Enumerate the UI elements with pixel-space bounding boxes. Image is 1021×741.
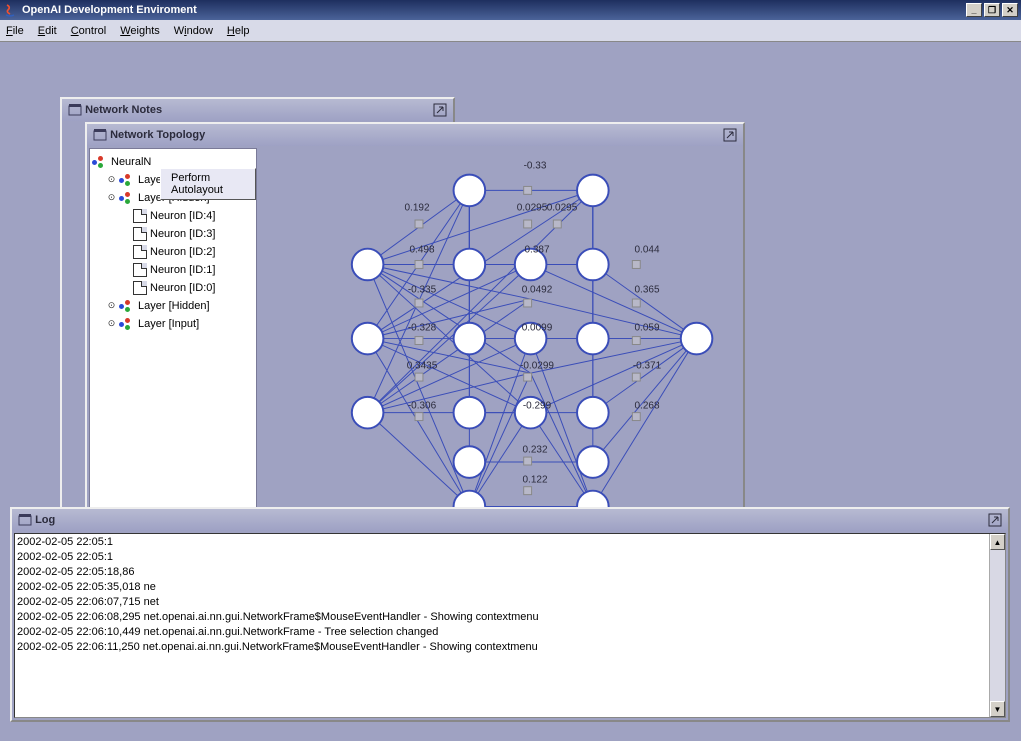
workspace: Network Notes Network Topology NeuralN ⊙… — [0, 42, 1021, 741]
scroll-up-icon[interactable]: ▲ — [990, 534, 1005, 550]
minimize-button[interactable]: _ — [966, 3, 982, 17]
expander-icon[interactable]: ⊙ — [106, 175, 117, 186]
maximize-icon[interactable] — [433, 103, 447, 117]
log-text[interactable]: 2002-02-05 22:05:1 2002-02-05 22:05:1 20… — [15, 534, 989, 717]
log-line: 2002-02-05 22:05:1 — [17, 550, 987, 565]
tree-neuron[interactable]: Neuron [ID:4] — [92, 207, 254, 225]
log-title: Log — [35, 514, 55, 526]
maximize-icon[interactable] — [988, 513, 1002, 527]
log-titlebar[interactable]: Log — [12, 509, 1008, 531]
log-line: 2002-02-05 22:05:1 — [17, 535, 987, 550]
menu-window[interactable]: Window — [174, 25, 213, 37]
neuron-icon — [133, 209, 147, 223]
log-line: 2002-02-05 22:06:10,449 net.openai.ai.nn… — [17, 625, 987, 640]
network-topology-title: Network Topology — [110, 129, 205, 141]
log-scrollbar[interactable]: ▲ ▼ — [989, 534, 1005, 717]
neuron-icon — [133, 227, 147, 241]
maximize-icon[interactable] — [723, 128, 737, 142]
context-menu-autolayout[interactable]: Perform Autolayout — [160, 168, 256, 200]
frame-icon — [68, 103, 82, 117]
layer-icon — [119, 174, 135, 186]
menu-edit[interactable]: Edit — [38, 25, 57, 37]
log-line: 2002-02-05 22:06:08,295 net.openai.ai.nn… — [17, 610, 987, 625]
neuron-icon — [133, 263, 147, 277]
layer-icon — [119, 300, 135, 312]
neuron-icon — [133, 245, 147, 259]
tree-neuron[interactable]: Neuron [ID:0] — [92, 279, 254, 297]
network-icon — [92, 156, 108, 168]
close-button[interactable]: ✕ — [1002, 3, 1018, 17]
log-line: 2002-02-05 22:06:07,715 net — [17, 595, 987, 610]
layer-icon — [119, 192, 135, 204]
tree-layer-input[interactable]: ⊙Layer [Input] — [92, 315, 254, 333]
app-titlebar: OpenAI Development Enviroment _ ❐ ✕ — [0, 0, 1021, 20]
tree-neuron[interactable]: Neuron [ID:1] — [92, 261, 254, 279]
log-line: 2002-02-05 22:05:18,86 — [17, 565, 987, 580]
java-icon — [3, 3, 17, 17]
network-notes-titlebar[interactable]: Network Notes — [62, 99, 453, 121]
expander-icon[interactable]: ⊙ — [106, 193, 117, 204]
network-tree[interactable]: NeuralN ⊙Layer [Output] ⊙Layer [Hidden] … — [89, 148, 257, 539]
frame-icon — [93, 128, 107, 142]
restore-button[interactable]: ❐ — [984, 3, 1000, 17]
menubar: File Edit Control Weights Window Help — [0, 20, 1021, 42]
log-line: 2002-02-05 22:05:35,018 ne — [17, 580, 987, 595]
menu-help[interactable]: Help — [227, 25, 250, 37]
neuron-icon — [133, 281, 147, 295]
menu-control[interactable]: Control — [71, 25, 106, 37]
tree-layer-hidden-2[interactable]: ⊙Layer [Hidden] — [92, 297, 254, 315]
app-title: OpenAI Development Enviroment — [22, 4, 197, 16]
topology-canvas[interactable]: -0.33 0.192 0.0295 0.0295 0.498 0.387 0.… — [257, 148, 741, 539]
expander-icon[interactable]: ⊙ — [106, 319, 117, 330]
tree-neuron[interactable]: Neuron [ID:2] — [92, 243, 254, 261]
network-notes-title: Network Notes — [85, 104, 162, 116]
scroll-down-icon[interactable]: ▼ — [990, 701, 1005, 717]
log-line: 2002-02-05 22:06:11,250 net.openai.ai.nn… — [17, 640, 987, 655]
menu-weights[interactable]: Weights — [120, 25, 160, 37]
frame-icon — [18, 513, 32, 527]
tree-neuron[interactable]: Neuron [ID:3] — [92, 225, 254, 243]
menu-file[interactable]: File — [6, 25, 24, 37]
log-window[interactable]: Log 2002-02-05 22:05:1 2002-02-05 22:05:… — [10, 507, 1010, 722]
topology-graph — [257, 148, 741, 539]
layer-icon — [119, 318, 135, 330]
network-topology-window[interactable]: Network Topology NeuralN ⊙Layer [Output]… — [85, 122, 745, 517]
expander-icon[interactable]: ⊙ — [106, 301, 117, 312]
network-topology-titlebar[interactable]: Network Topology — [87, 124, 743, 146]
